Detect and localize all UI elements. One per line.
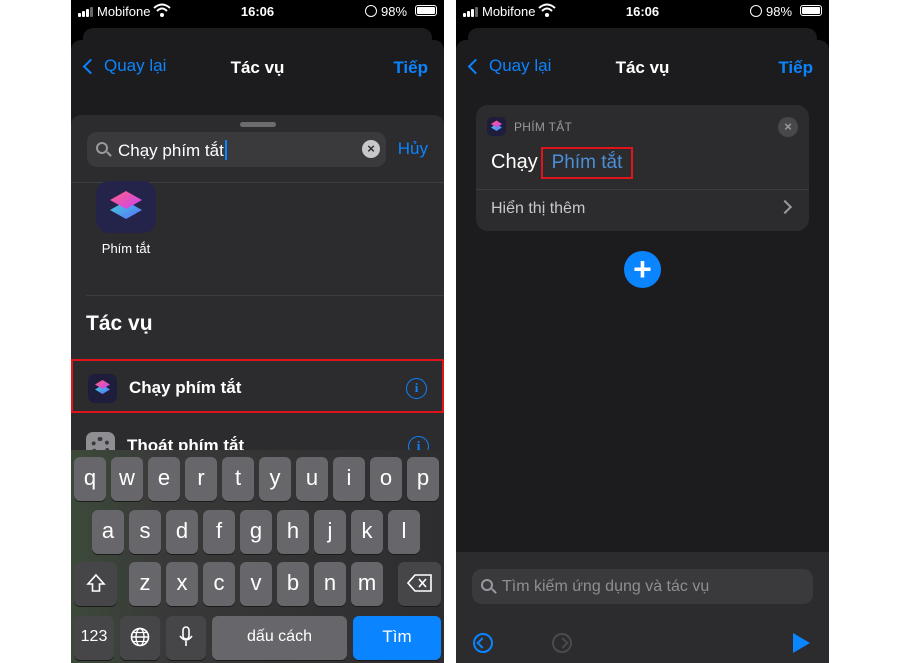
key-t[interactable]: t [222,457,254,501]
on-screen-keyboard: qwertyuiop asdfghjkl zxcvbnm 123 dấu các… [71,450,444,663]
key-e[interactable]: e [148,457,180,501]
orientation-lock-icon [365,5,377,17]
key-f[interactable]: f [203,510,235,554]
actions-section-title: Tác vụ [86,312,153,335]
key-c[interactable]: c [203,562,235,606]
key-s[interactable]: s [129,510,161,554]
search-icon [96,142,108,154]
chevron-right-icon [777,199,793,215]
action-card[interactable]: PHÍM TẮT × Chạy Phím tắt Hiển thị thêm [476,105,809,231]
undo-icon[interactable] [473,633,493,653]
divider [476,189,809,190]
shortcuts-app-icon[interactable] [96,181,156,233]
next-button[interactable]: Tiếp [778,58,813,78]
search-placeholder: Tìm kiếm ứng dụng và tác vụ [502,578,710,595]
clear-search-button[interactable]: × [362,140,380,158]
action-app-name: PHÍM TẮT [514,120,573,134]
background-card [468,28,817,40]
search-input[interactable]: Chạy phím tắt × [87,132,386,167]
key-k[interactable]: k [351,510,383,554]
app-action-search-field[interactable]: Tìm kiếm ứng dụng và tác vụ [472,569,813,604]
action-row-run-shortcut[interactable]: Chạy phím tắt i [71,359,444,413]
key-v[interactable]: v [240,562,272,606]
battery-icon [800,5,822,16]
page-title: Tác vụ [230,58,285,77]
navigation-bar: Quay lại Tác vụ Tiếp [71,40,444,96]
search-go-key[interactable]: Tìm [353,616,441,660]
redo-icon[interactable] [552,633,572,653]
shortcuts-icon [487,117,506,136]
key-n[interactable]: n [314,562,346,606]
add-action-button[interactable]: + [624,251,661,288]
key-z[interactable]: z [129,562,161,606]
app-result-label: Phím tắt [101,241,151,256]
key-q[interactable]: q [74,457,106,501]
key-a[interactable]: a [92,510,124,554]
info-icon[interactable]: i [406,378,427,399]
key-i[interactable]: i [333,457,365,501]
next-button[interactable]: Tiếp [393,58,428,78]
battery-percent: 98% [766,4,793,19]
key-o[interactable]: o [370,457,402,501]
search-value: Chạy phím tắt [118,141,224,160]
sheet-grabber[interactable] [240,122,276,127]
key-x[interactable]: x [166,562,198,606]
bottom-action-panel: Tìm kiếm ứng dụng và tác vụ [456,552,829,663]
key-m[interactable]: m [351,562,383,606]
show-more-label[interactable]: Hiển thị thêm [491,200,585,218]
key-h[interactable]: h [277,510,309,554]
microphone-icon [179,626,193,646]
orientation-lock-icon [750,5,762,17]
battery-icon [415,5,437,16]
divider [86,295,444,296]
key-b[interactable]: b [277,562,309,606]
status-bar: Mobifone 16:06 98% [456,0,829,24]
key-u[interactable]: u [296,457,328,501]
space-key[interactable]: dấu cách [212,616,347,660]
battery-percent: 98% [381,4,408,19]
key-w[interactable]: w [111,457,143,501]
page-title: Tác vụ [615,58,670,77]
shift-icon [85,573,106,592]
numbers-key[interactable]: 123 [74,616,114,660]
search-icon [481,579,493,591]
key-j[interactable]: j [314,510,346,554]
key-g[interactable]: g [240,510,272,554]
cancel-button[interactable]: Hủy [398,139,428,159]
action-verb: Chạy [491,151,538,173]
delete-key[interactable] [398,562,441,606]
shift-key[interactable] [74,562,117,606]
navigation-bar: Quay lại Tác vụ Tiếp [456,40,829,96]
shortcut-parameter-token[interactable]: Phím tắt [541,147,633,179]
status-bar: Mobifone 16:06 98% [71,0,444,24]
remove-action-button[interactable]: × [778,117,798,137]
globe-key[interactable] [120,616,160,660]
key-y[interactable]: y [259,457,291,501]
background-card [83,28,432,40]
dictation-key[interactable] [166,616,206,660]
action-label: Chạy phím tắt [129,378,242,397]
left-phone-screen: Mobifone 16:06 98% Quay lại Tác vụ Tiếp … [71,0,444,663]
right-phone-screen: Mobifone 16:06 98% Quay lại Tác vụ Tiếp … [456,0,829,663]
backspace-icon [406,574,432,592]
shortcuts-icon [88,374,117,403]
text-cursor [224,140,227,160]
key-r[interactable]: r [185,457,217,501]
key-p[interactable]: p [407,457,439,501]
play-icon[interactable] [793,633,810,653]
globe-icon [130,627,150,647]
key-l[interactable]: l [388,510,420,554]
key-d[interactable]: d [166,510,198,554]
